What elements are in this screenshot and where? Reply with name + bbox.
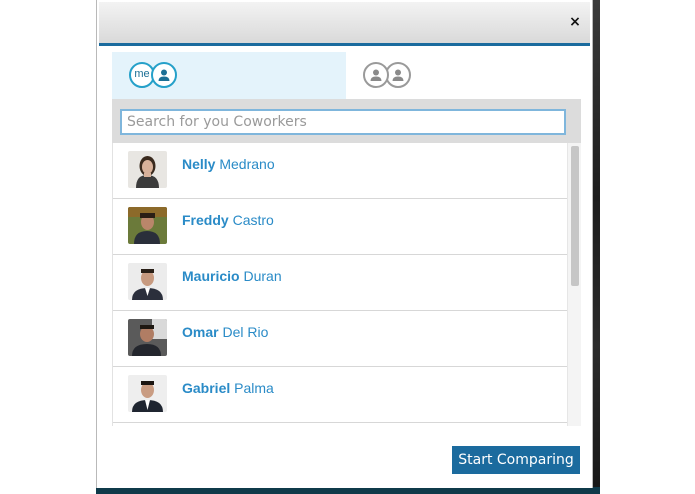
first-name: Mauricio	[182, 268, 240, 284]
first-name: Omar	[182, 324, 219, 340]
coworker-name[interactable]: Nelly Medrano	[182, 156, 275, 172]
last-name: Medrano	[219, 156, 275, 172]
list-item[interactable]: Omar Del Rio	[113, 311, 568, 367]
avatar	[128, 263, 167, 300]
last-name: Del Rio	[222, 324, 269, 340]
coworker-name[interactable]: Omar Del Rio	[182, 324, 268, 340]
mode-tabs: me	[112, 52, 581, 99]
last-name: Duran	[243, 268, 282, 284]
avatar	[128, 151, 167, 188]
avatar	[128, 207, 167, 244]
tab-coworkers[interactable]	[346, 52, 580, 99]
avatar	[128, 375, 167, 412]
coworker-list: Nelly Medrano Freddy Castro Mauricio Dur…	[112, 143, 581, 426]
coworker-name[interactable]: Freddy Castro	[182, 212, 274, 228]
modal-header: ×	[99, 2, 590, 46]
search-input[interactable]	[120, 109, 566, 135]
coworker-name[interactable]: Gabriel Palma	[182, 380, 274, 396]
tab-me[interactable]: me	[112, 52, 346, 99]
coworker-name[interactable]: Mauricio Duran	[182, 268, 282, 284]
last-name: Castro	[232, 212, 274, 228]
close-button[interactable]: ×	[568, 14, 582, 30]
scroll-thumb[interactable]	[571, 146, 579, 286]
first-name: Nelly	[182, 156, 216, 172]
first-name: Gabriel	[182, 380, 231, 396]
list-item[interactable]: Gabriel Palma	[113, 367, 568, 423]
close-icon[interactable]: ×	[569, 14, 581, 30]
me-badge-label: me	[134, 68, 150, 80]
backdrop-bottom-edge	[96, 487, 600, 494]
avatar	[128, 319, 167, 356]
start-comparing-button[interactable]: Start Comparing	[452, 446, 580, 474]
first-name: Freddy	[182, 212, 229, 228]
list-item[interactable]: Mauricio Duran	[113, 255, 568, 311]
last-name: Palma	[234, 380, 274, 396]
compare-modal: × me Search for you Coworkers Nelly Medr…	[96, 0, 593, 488]
user-icon	[151, 62, 177, 88]
list-scrollbar[interactable]	[567, 143, 581, 426]
list-item[interactable]: Nelly Medrano	[113, 143, 568, 199]
user-icon	[363, 62, 389, 88]
search-bar	[112, 99, 581, 143]
list-item[interactable]: Freddy Castro	[113, 199, 568, 255]
backdrop-edge	[592, 0, 600, 494]
